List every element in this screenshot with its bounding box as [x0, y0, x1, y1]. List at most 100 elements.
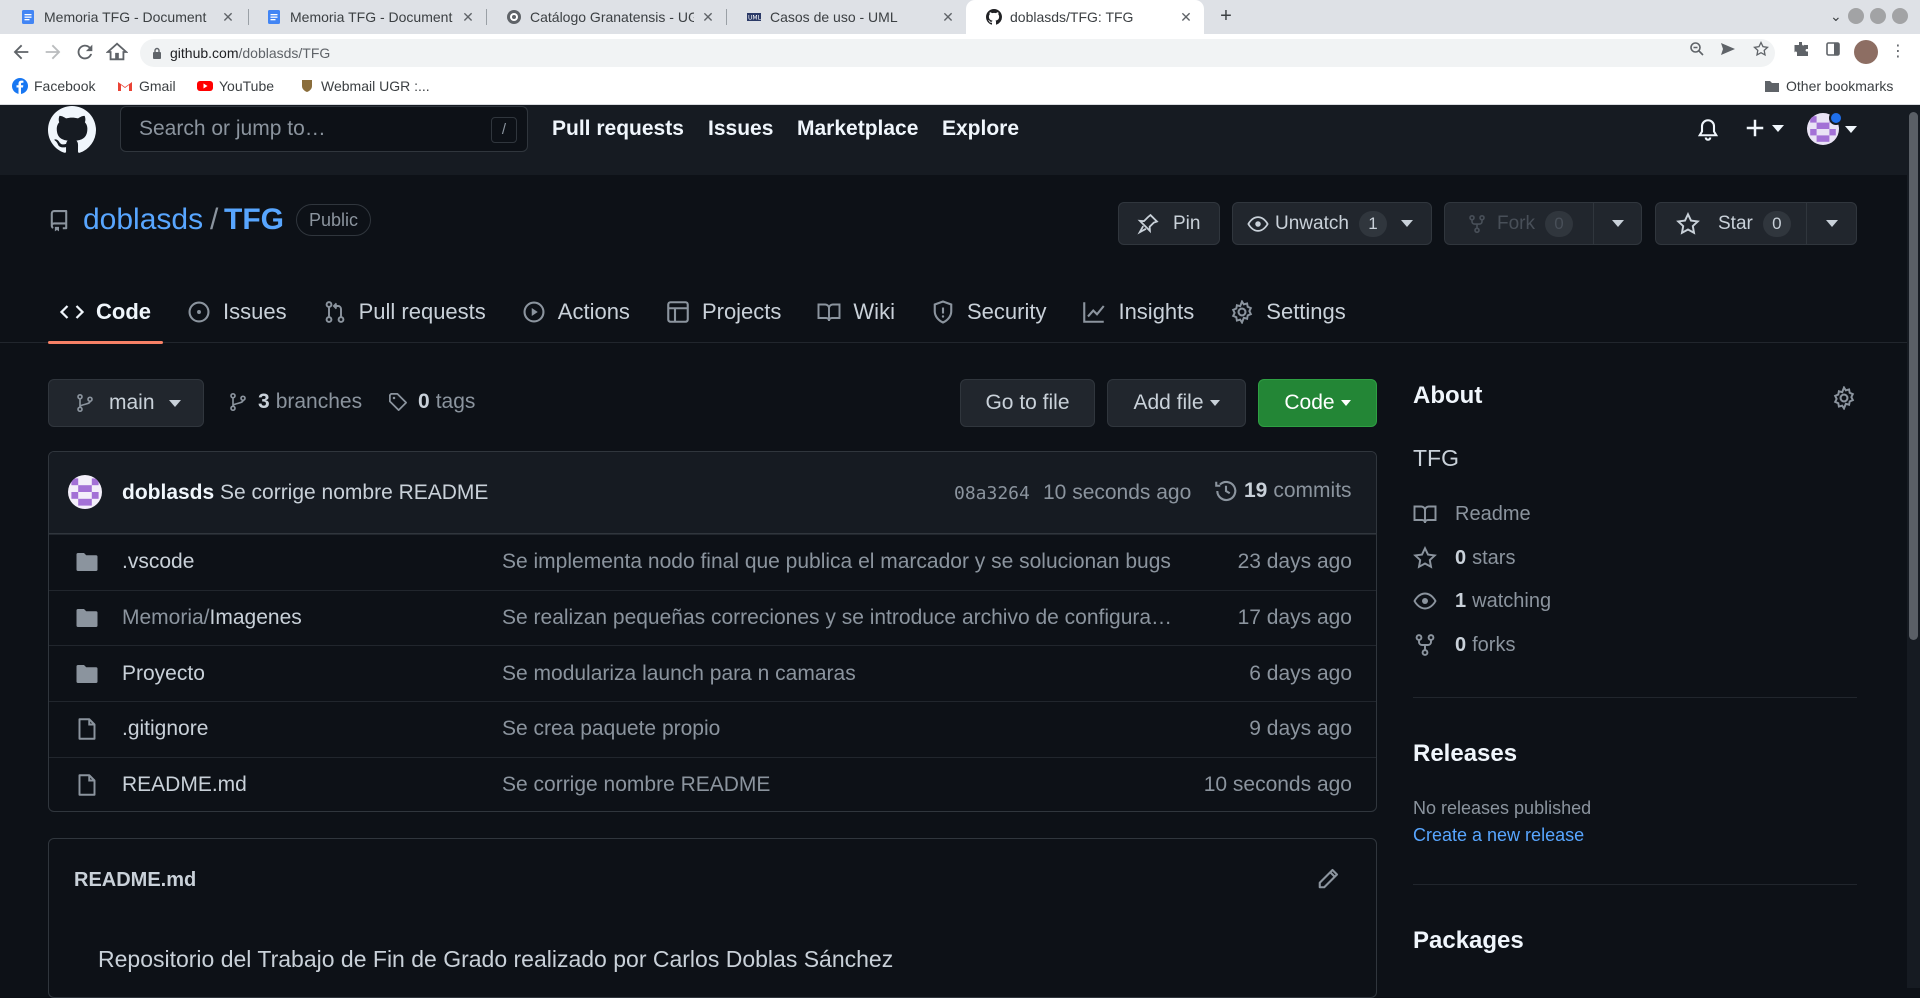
- browser-tab[interactable]: Catálogo Granatensis - UG ✕: [486, 0, 726, 34]
- search-input[interactable]: Search or jump to… /: [120, 106, 528, 152]
- fork-dropdown[interactable]: [1594, 203, 1641, 244]
- bookmark-youtube[interactable]: YouTube: [197, 78, 274, 94]
- close-window-button[interactable]: [1892, 8, 1908, 24]
- back-arrow-icon[interactable]: [10, 41, 32, 63]
- close-tab-icon[interactable]: ✕: [940, 9, 956, 26]
- tab-projects[interactable]: Projects: [654, 280, 793, 343]
- tab-pull-requests[interactable]: Pull requests: [311, 280, 498, 343]
- repo-owner-link[interactable]: doblasds: [83, 203, 203, 237]
- file-row[interactable]: Proyecto Se modulariza launch para n cam…: [49, 645, 1376, 701]
- reload-icon[interactable]: [74, 41, 96, 63]
- pin-button[interactable]: Pin: [1118, 202, 1220, 245]
- tab-insights[interactable]: Insights: [1070, 280, 1206, 343]
- commit-author-avatar[interactable]: [68, 475, 102, 509]
- readme-title[interactable]: README.md: [74, 869, 196, 892]
- tab-issues[interactable]: Issues: [175, 280, 299, 343]
- close-tab-icon[interactable]: ✕: [1178, 9, 1194, 26]
- commit-author[interactable]: doblasds: [122, 481, 214, 505]
- branches-link[interactable]: 3 branches: [228, 390, 362, 414]
- fork-button[interactable]: Fork 0: [1444, 202, 1642, 245]
- browser-tab[interactable]: Memoria TFG - Document ✕: [0, 0, 246, 34]
- folder-icon: [76, 664, 98, 683]
- readme-link-label: Readme: [1455, 502, 1531, 525]
- repo-name-link[interactable]: TFG: [224, 203, 284, 237]
- forks-link[interactable]: 0 forks: [1413, 633, 1515, 657]
- forward-arrow-icon[interactable]: [42, 41, 64, 63]
- file-commit-message[interactable]: Se crea paquete propio: [502, 717, 1174, 741]
- tab-actions[interactable]: Actions: [510, 280, 642, 343]
- extensions-puzzle-icon[interactable]: [1793, 41, 1809, 57]
- file-name[interactable]: README.md: [122, 773, 247, 797]
- watching-link[interactable]: 1 watching: [1413, 589, 1551, 613]
- tab-label: Wiki: [853, 298, 895, 324]
- file-name[interactable]: Proyecto: [122, 662, 205, 686]
- tab-wiki[interactable]: Wiki: [805, 280, 907, 343]
- file-commit-message[interactable]: Se modulariza launch para n camaras: [502, 662, 1174, 686]
- unwatch-button[interactable]: Unwatch 1: [1232, 202, 1432, 245]
- browser-menu-icon[interactable]: ⋮: [1890, 40, 1906, 64]
- tags-link[interactable]: 0 tags: [388, 390, 475, 414]
- commit-message[interactable]: Se corrige nombre README: [220, 481, 488, 505]
- create-new-menu[interactable]: [1744, 117, 1784, 139]
- stars-link[interactable]: 0 stars: [1413, 546, 1515, 570]
- file-name[interactable]: .vscode: [122, 550, 194, 574]
- github-logo-icon[interactable]: [48, 106, 96, 154]
- folder-icon: [76, 553, 98, 572]
- scrollbar-thumb[interactable]: [1909, 112, 1918, 640]
- side-panel-icon[interactable]: [1825, 41, 1841, 57]
- close-tab-icon[interactable]: ✕: [700, 9, 716, 26]
- other-bookmarks[interactable]: Other bookmarks: [1764, 78, 1893, 94]
- home-icon[interactable]: [106, 41, 128, 63]
- file-row[interactable]: .gitignore Se crea paquete propio 9 days…: [49, 701, 1376, 757]
- star-button[interactable]: Star 0: [1655, 202, 1857, 245]
- tab-settings[interactable]: Settings: [1218, 280, 1358, 343]
- bookmark-facebook[interactable]: Facebook: [12, 78, 95, 94]
- file-row[interactable]: README.md Se corrige nombre README 10 se…: [49, 756, 1376, 811]
- pencil-icon[interactable]: [1316, 867, 1340, 891]
- browser-tab[interactable]: UML Casos de uso - UML ✕: [726, 0, 966, 34]
- file-row[interactable]: Memoria/Imagenes Se realizan pequeñas co…: [49, 589, 1376, 646]
- user-menu[interactable]: [1807, 111, 1857, 145]
- file-commit-message[interactable]: Se implementa nodo final que publica el …: [502, 550, 1174, 574]
- readme-link[interactable]: Readme: [1413, 502, 1531, 526]
- nav-issues[interactable]: Issues: [708, 117, 773, 141]
- nav-explore[interactable]: Explore: [942, 117, 1019, 141]
- commits-link[interactable]: 19 commits: [1214, 479, 1352, 503]
- new-tab-button[interactable]: +: [1214, 5, 1238, 29]
- file-commit-message[interactable]: Se realizan pequeñas correciones y se in…: [502, 606, 1174, 630]
- bookmark-gmail[interactable]: Gmail: [117, 78, 176, 94]
- star-dropdown[interactable]: [1807, 203, 1856, 244]
- commit-sha[interactable]: 08a3264: [954, 483, 1030, 504]
- packages-title[interactable]: Packages: [1413, 927, 1524, 955]
- releases-title[interactable]: Releases: [1413, 740, 1517, 768]
- tab-code[interactable]: Code: [48, 280, 163, 344]
- browser-tab[interactable]: Memoria TFG - Document ✕: [246, 0, 486, 34]
- notifications-bell-icon[interactable]: [1696, 117, 1720, 143]
- code-button[interactable]: Code: [1258, 379, 1377, 427]
- create-release-link[interactable]: Create a new release: [1413, 825, 1584, 846]
- gear-icon: [1232, 299, 1253, 324]
- zoom-icon[interactable]: [1689, 41, 1705, 57]
- go-to-file-button[interactable]: Go to file: [960, 379, 1095, 427]
- minimize-button[interactable]: [1848, 8, 1864, 24]
- profile-avatar[interactable]: [1854, 40, 1878, 64]
- branch-selector[interactable]: main: [48, 379, 204, 427]
- maximize-button[interactable]: [1870, 8, 1886, 24]
- close-tab-icon[interactable]: ✕: [220, 9, 236, 26]
- close-tab-icon[interactable]: ✕: [460, 9, 476, 26]
- nav-pull-requests[interactable]: Pull requests: [552, 117, 684, 141]
- browser-tab-active[interactable]: doblasds/TFG: TFG ✕: [966, 0, 1204, 34]
- bookmark-webmail[interactable]: Webmail UGR :...: [299, 78, 430, 94]
- bookmark-star-icon[interactable]: [1753, 41, 1769, 57]
- file-row[interactable]: .vscode Se implementa nodo final que pub…: [49, 534, 1376, 590]
- address-bar[interactable]: github.com/doblasds/TFG: [140, 39, 1775, 67]
- gear-icon[interactable]: [1832, 386, 1856, 410]
- file-name[interactable]: .gitignore: [122, 717, 208, 741]
- file-name[interactable]: Memoria/Imagenes: [122, 606, 302, 630]
- nav-marketplace[interactable]: Marketplace: [797, 117, 918, 141]
- add-file-button[interactable]: Add file: [1107, 379, 1246, 427]
- tab-security[interactable]: Security: [919, 280, 1058, 343]
- file-commit-message[interactable]: Se corrige nombre README: [502, 773, 1174, 797]
- send-icon[interactable]: [1720, 41, 1736, 57]
- tab-search-chevron-icon[interactable]: ⌄: [1830, 8, 1842, 25]
